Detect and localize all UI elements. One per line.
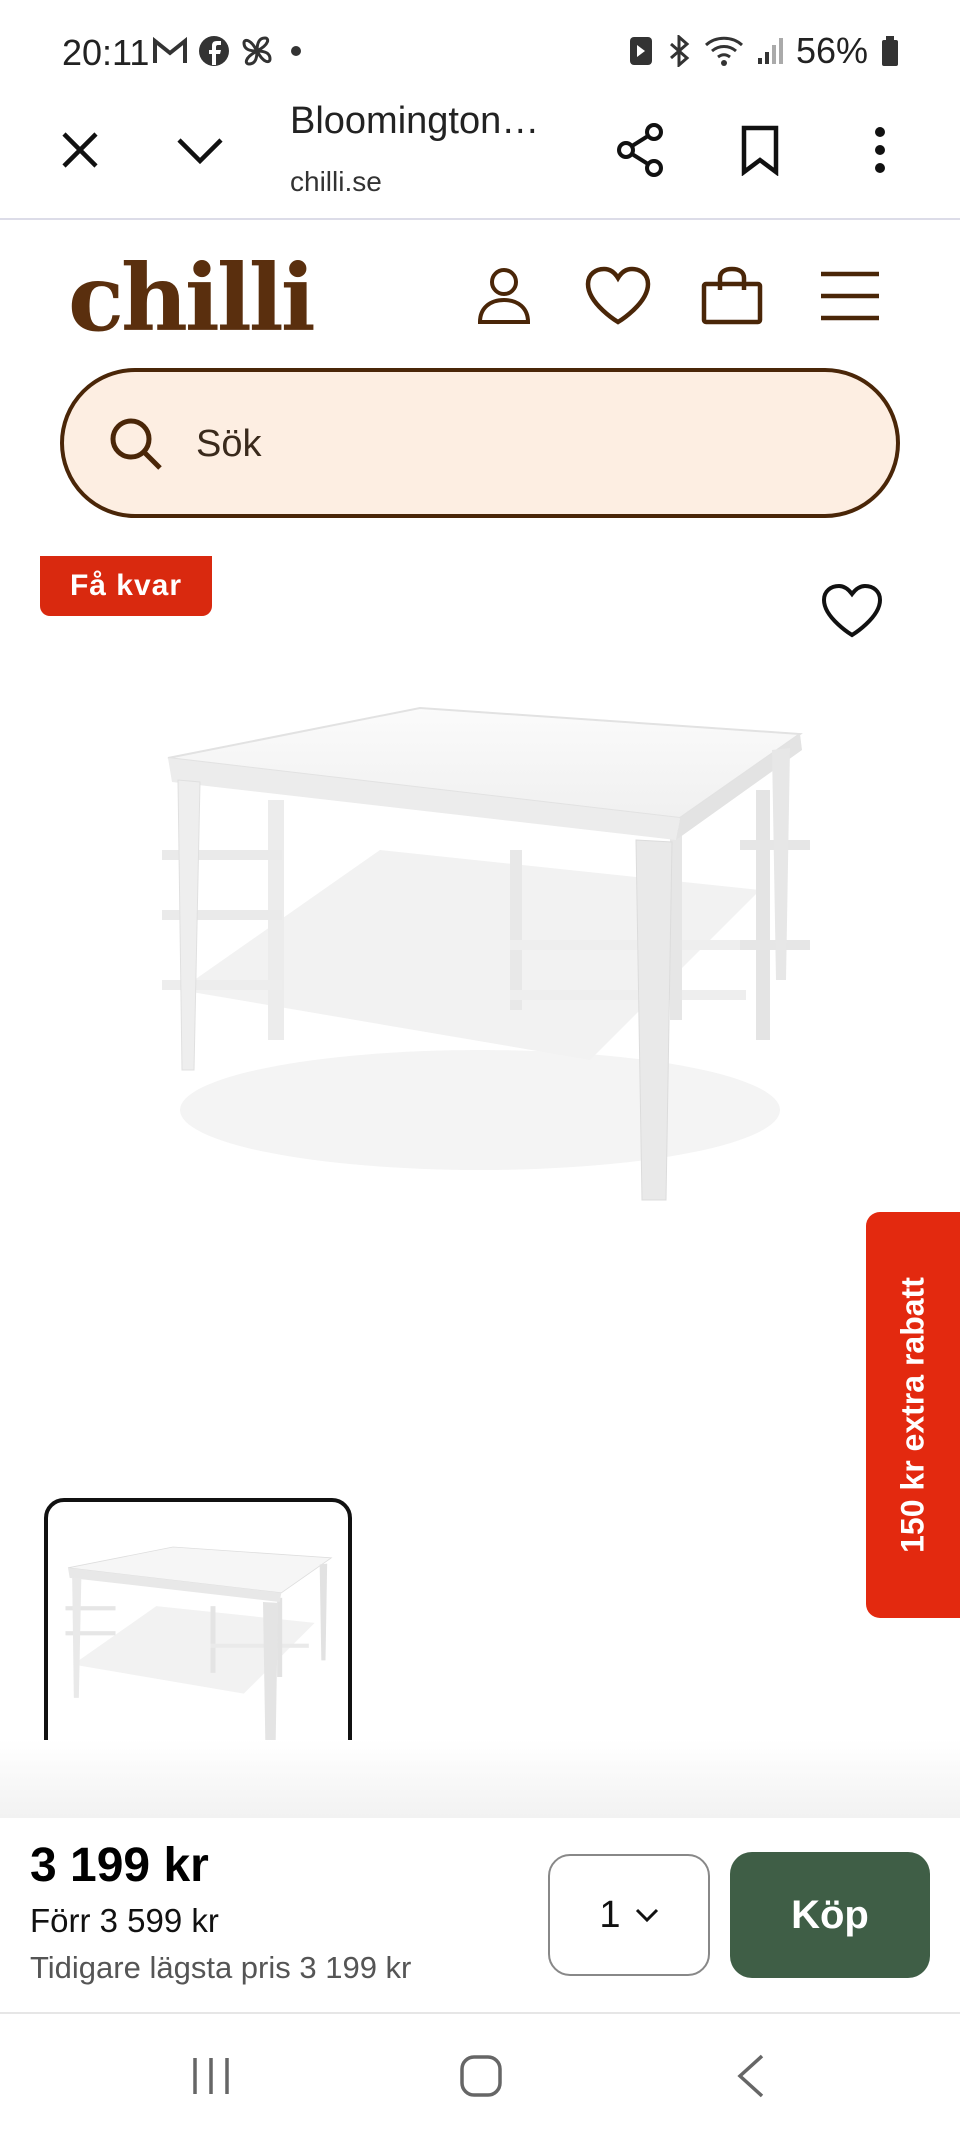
site-logo[interactable]: chilli bbox=[68, 244, 316, 352]
battery-icon bbox=[882, 36, 898, 66]
chevron-down-icon bbox=[635, 1908, 658, 1923]
search-icon bbox=[110, 418, 162, 470]
more-options-button[interactable] bbox=[848, 118, 912, 182]
bookmark-button[interactable] bbox=[728, 118, 792, 182]
battery-percent: 56% bbox=[795, 30, 868, 71]
share-icon bbox=[617, 123, 663, 177]
bookmark-icon bbox=[741, 125, 779, 176]
collapse-button[interactable] bbox=[168, 118, 232, 182]
gmail-icon bbox=[153, 36, 187, 63]
product-wishlist-button[interactable] bbox=[812, 576, 892, 646]
product-price: 3 199 kr bbox=[30, 1839, 209, 1892]
buy-button[interactable]: Köp bbox=[730, 1852, 930, 1978]
stock-badge: Få kvar bbox=[40, 556, 212, 616]
more-icon bbox=[875, 127, 885, 173]
menu-icon bbox=[821, 271, 879, 321]
page-domain[interactable]: chilli.se bbox=[290, 166, 382, 198]
cart-button[interactable] bbox=[696, 260, 768, 332]
home-button[interactable] bbox=[436, 2044, 526, 2108]
status-time: 20:11 bbox=[62, 32, 150, 73]
search-input[interactable] bbox=[196, 412, 816, 476]
nfc-icon bbox=[629, 37, 652, 65]
heart-icon bbox=[821, 583, 883, 638]
promo-tab[interactable]: 150 kr extra rabatt bbox=[866, 1212, 960, 1618]
menu-button[interactable] bbox=[814, 260, 886, 332]
status-bar: 20:11 56% bbox=[0, 0, 960, 80]
notification-icons bbox=[152, 34, 308, 68]
quantity-select[interactable]: 1 bbox=[548, 1854, 710, 1976]
product-image[interactable] bbox=[120, 680, 840, 1240]
pinwheel-icon bbox=[242, 36, 272, 66]
chevron-down-icon bbox=[177, 138, 223, 165]
recents-icon bbox=[193, 2058, 229, 2094]
system-nav-bar bbox=[0, 2016, 960, 2133]
wifi-icon bbox=[704, 36, 743, 66]
buy-bar: 3 199 kr Förr 3 599 kr Tidigare lägsta p… bbox=[0, 1818, 960, 2014]
quantity-value: 1 bbox=[599, 1893, 621, 1936]
bluetooth-icon bbox=[669, 35, 690, 67]
system-icons: 56% bbox=[628, 30, 900, 72]
signal-icon bbox=[757, 38, 783, 64]
site-header: chilli bbox=[0, 222, 960, 362]
close-icon bbox=[62, 132, 98, 168]
wishlist-button[interactable] bbox=[582, 260, 654, 332]
promo-tab-label: 150 kr extra rabatt bbox=[894, 1277, 931, 1553]
account-icon bbox=[477, 268, 531, 324]
home-icon bbox=[460, 2055, 502, 2097]
close-tab-button[interactable] bbox=[48, 118, 112, 182]
search-bar[interactable] bbox=[60, 368, 900, 518]
lowest-price-note: Tidigare lägsta pris 3 199 kr bbox=[30, 1950, 412, 1985]
browser-toolbar: Bloomington… chilli.se bbox=[0, 80, 960, 220]
bag-icon bbox=[701, 266, 763, 325]
content-fade bbox=[0, 1740, 960, 1818]
back-button[interactable] bbox=[706, 2044, 796, 2108]
facebook-icon bbox=[199, 36, 229, 66]
back-icon bbox=[737, 2054, 764, 2098]
share-button[interactable] bbox=[608, 118, 672, 182]
recent-apps-button[interactable] bbox=[166, 2044, 256, 2108]
heart-icon bbox=[585, 266, 651, 325]
account-button[interactable] bbox=[468, 260, 540, 332]
previous-price: Förr 3 599 kr bbox=[30, 1902, 219, 1939]
page-title[interactable]: Bloomington… bbox=[290, 100, 539, 143]
dot-icon bbox=[291, 46, 301, 56]
